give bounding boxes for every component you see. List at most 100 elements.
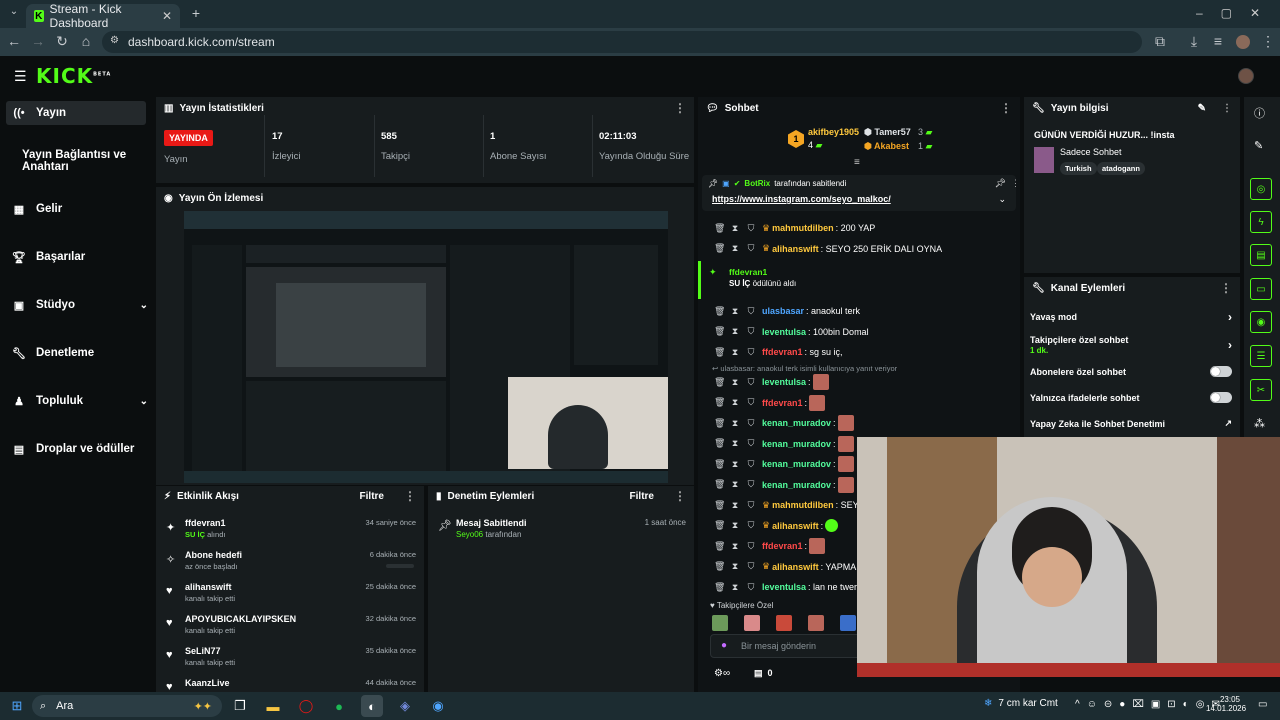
site-info-icon[interactable]: ⚙ bbox=[110, 35, 119, 46]
pin-icon[interactable]: 📌︎ bbox=[995, 178, 1006, 189]
trash-icon[interactable]: 🗑︎ bbox=[714, 223, 725, 234]
trash-icon[interactable]: 🗑︎ bbox=[714, 438, 725, 449]
info-icon[interactable]: ⓘ bbox=[1254, 105, 1265, 121]
nav-item-basarilar[interactable]: 🏆︎ Başarılar bbox=[0, 245, 152, 269]
trash-icon[interactable]: 🗑︎ bbox=[714, 326, 725, 337]
timeout-icon[interactable]: ⧗ bbox=[730, 377, 740, 388]
trash-icon[interactable]: 🗑︎ bbox=[714, 306, 725, 317]
kebab-menu-icon[interactable]: ⋮ bbox=[1000, 101, 1012, 115]
forward-icon[interactable]: → bbox=[28, 33, 48, 49]
expand-leaderboard-icon[interactable]: ≡ bbox=[854, 157, 860, 168]
kebab-menu-icon[interactable]: ⋮ bbox=[674, 489, 686, 503]
kebab-menu-icon[interactable]: ⋮ bbox=[404, 489, 416, 503]
timeout-icon[interactable]: ⧗ bbox=[730, 438, 740, 449]
new-tab-icon[interactable]: + bbox=[186, 5, 206, 21]
clock[interactable]: 23:05 14.01.2026 bbox=[1206, 695, 1246, 713]
trash-icon[interactable]: 🗑︎ bbox=[714, 561, 725, 572]
profile-avatar[interactable] bbox=[1236, 35, 1250, 49]
trash-icon[interactable]: 🗑︎ bbox=[714, 520, 725, 531]
emote[interactable] bbox=[808, 615, 824, 631]
download-icon[interactable]: ⤓ bbox=[1184, 33, 1204, 50]
timeout-icon[interactable]: ⧗ bbox=[730, 520, 740, 531]
chat-username[interactable]: kenan_muradov bbox=[762, 418, 831, 428]
pinned-message[interactable]: 📌︎ ▣ ✔ BotRix tarafından sabitlendi http… bbox=[702, 175, 1020, 211]
back-icon[interactable]: ← bbox=[4, 33, 24, 49]
timeout-icon[interactable]: ⧗ bbox=[730, 582, 740, 593]
trash-icon[interactable]: 🗑︎ bbox=[714, 397, 725, 408]
pinned-link[interactable]: https://www.instagram.com/seyo_malkoc/ bbox=[712, 194, 891, 204]
nav-item-droplar[interactable]: ▤ Droplar ve ödüller bbox=[0, 437, 152, 461]
trash-icon[interactable]: 🗑︎ bbox=[714, 479, 725, 490]
timeout-icon[interactable]: ⧗ bbox=[730, 459, 740, 470]
chat-message[interactable]: 🗑︎ ⧗ ⛉ leventulsa: 100bin Domal bbox=[698, 322, 1020, 343]
trash-icon[interactable]: 🗑︎ bbox=[714, 541, 725, 552]
subs-chat-toggle[interactable] bbox=[1210, 366, 1232, 377]
emote[interactable] bbox=[776, 615, 792, 631]
timeout-icon[interactable]: ⧗ bbox=[730, 397, 740, 408]
nav-item-topluluk[interactable]: ♟ Topluluk ⌄ bbox=[0, 389, 148, 413]
chat-message[interactable]: 🗑︎ ⧗ ⛉ ffdevran1: sg su iç, bbox=[698, 342, 1020, 363]
timeout-icon[interactable]: ⧗ bbox=[730, 541, 740, 552]
omnibox[interactable]: ⚙ dashboard.kick.com/stream bbox=[102, 31, 1142, 53]
extensions-icon[interactable]: ⧉ bbox=[1150, 33, 1170, 50]
reload-icon[interactable]: ↻ bbox=[52, 33, 72, 50]
category-name[interactable]: Sadece Sohbet bbox=[1060, 147, 1122, 157]
kick-logo[interactable]: KICKBETA bbox=[36, 64, 111, 88]
timeout-icon[interactable]: ⧗ bbox=[730, 347, 740, 358]
kebab-menu-icon[interactable]: ⋮ bbox=[1222, 103, 1232, 114]
timeout-icon[interactable]: ⧗ bbox=[730, 326, 740, 337]
tab-search-icon[interactable]: ⌄ bbox=[4, 6, 24, 17]
media-icon[interactable]: ≡ bbox=[1208, 33, 1228, 49]
timeout-icon[interactable]: ⧗ bbox=[730, 223, 740, 234]
emote-picker-row[interactable] bbox=[712, 615, 856, 631]
rail-more-icon[interactable]: ⁂ bbox=[1254, 417, 1265, 430]
chat-username[interactable]: alihanswift bbox=[772, 521, 819, 531]
timeout-icon[interactable]: ⧗ bbox=[730, 479, 740, 490]
nav-item-denetleme[interactable]: 🔧︎ Denetleme bbox=[0, 341, 152, 365]
chat-message[interactable]: 🗑︎ ⧗ ⛉ kenan_muradov: bbox=[698, 413, 1020, 434]
timeout-icon[interactable]: ⧗ bbox=[730, 243, 740, 254]
kebab-menu-icon[interactable]: ⋮ bbox=[1011, 178, 1020, 189]
kebab-menu-icon[interactable]: ⋮ bbox=[674, 101, 686, 115]
chat-username[interactable]: kenan_muradov bbox=[762, 459, 831, 469]
rail-broadcast-icon[interactable]: ◉ bbox=[1250, 311, 1272, 333]
chat-message[interactable]: 🗑︎ ⧗ ⛉ ulasbasar: anaokul terk bbox=[698, 301, 1020, 322]
timeout-icon[interactable]: ⧗ bbox=[730, 500, 740, 511]
trash-icon[interactable]: 🗑︎ bbox=[714, 459, 725, 470]
points-counter[interactable]: ▤ 0 bbox=[754, 668, 773, 679]
spotify-icon[interactable]: ● bbox=[328, 695, 350, 717]
chat-username[interactable]: kenan_muradov bbox=[762, 439, 831, 449]
timeout-icon[interactable]: ⧗ bbox=[730, 561, 740, 572]
notification-icon[interactable]: ▭ bbox=[1258, 699, 1267, 710]
trash-icon[interactable]: 🗑︎ bbox=[714, 377, 725, 388]
discord-icon[interactable]: ◈ bbox=[394, 695, 416, 717]
chat-username[interactable]: alihanswift bbox=[772, 562, 819, 572]
emote-chat-toggle[interactable] bbox=[1210, 392, 1232, 403]
trash-icon[interactable]: 🗑︎ bbox=[714, 418, 725, 429]
browser-menu-icon[interactable]: ⋮ bbox=[1258, 33, 1278, 50]
chat-username[interactable]: mahmutdilben bbox=[772, 500, 834, 510]
stream-preview-video[interactable] bbox=[184, 211, 668, 483]
chat-username[interactable]: leventulsa bbox=[762, 327, 806, 337]
activity-item[interactable]: ♥ APOYUBICAKLAYIPSKEN kanalı takip etti 32 … bbox=[156, 610, 424, 640]
emote[interactable] bbox=[712, 615, 728, 631]
trash-icon[interactable]: 🗑︎ bbox=[714, 243, 725, 254]
chat-username[interactable]: ffdevran1 bbox=[762, 541, 803, 551]
moderation-filter-button[interactable]: Filtre bbox=[630, 491, 654, 502]
chat-username[interactable]: leventulsa bbox=[762, 582, 806, 592]
chat-message[interactable]: 🗑︎ ⧗ ⛉ leventulsa: bbox=[698, 372, 1020, 393]
chat-message[interactable]: 🗑︎ ⧗ ⛉ ffdevran1: bbox=[698, 393, 1020, 414]
chat-settings-icon[interactable]: ⚙∞ bbox=[714, 668, 730, 679]
timeout-icon[interactable]: ⧗ bbox=[730, 306, 740, 317]
tag-chip[interactable]: Turkish bbox=[1060, 162, 1097, 175]
chat-username[interactable]: alihanswift bbox=[772, 244, 819, 254]
activity-item[interactable]: ✦ ffdevran1 SU İÇ alındı 34 saniye önce bbox=[156, 514, 424, 544]
trash-icon[interactable]: 🗑︎ bbox=[714, 347, 725, 358]
activity-item[interactable]: ♥ SeLiN77 kanalı takip etti 35 dakika önce bbox=[156, 642, 424, 672]
tag-chip[interactable]: atadogann bbox=[1097, 162, 1145, 175]
timeout-icon[interactable]: ⧗ bbox=[730, 418, 740, 429]
user-avatar[interactable] bbox=[1238, 68, 1254, 84]
hamburger-menu-icon[interactable]: ☰ bbox=[14, 68, 27, 85]
close-tab-icon[interactable]: ✕ bbox=[162, 9, 172, 23]
activity-item[interactable]: ♥ alihanswift kanalı takip etti 25 dakika ö… bbox=[156, 578, 424, 608]
